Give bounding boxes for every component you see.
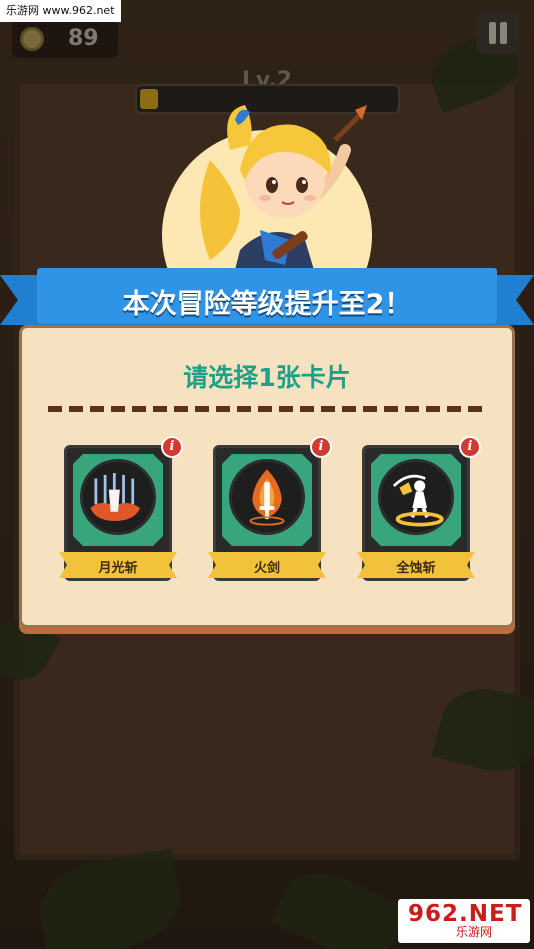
skill-card-moonlight-slash[interactable]: 月光斩 i	[64, 436, 183, 581]
card-select-panel: 请选择1张卡片 月光斩 i 火剑 i 全蚀斩 i	[19, 325, 515, 628]
coin-count: 89	[68, 26, 99, 51]
pause-icon	[489, 22, 496, 44]
card-name: 火剑	[253, 561, 280, 576]
watermark-top: 乐游网 www.962.net	[0, 0, 121, 22]
panel-title: 请选择1张卡片	[183, 363, 351, 392]
coin-counter: 89	[12, 20, 118, 58]
card-name: 月光斩	[98, 561, 138, 576]
level-up-banner: 本次冒险等级提升至2！	[37, 268, 497, 330]
xp-bar-fill	[140, 89, 158, 109]
info-icon[interactable]: i	[310, 436, 332, 458]
pause-button[interactable]	[477, 12, 519, 54]
fire-sword-icon	[229, 459, 305, 535]
watermark-logo: 962.NET 乐游网	[398, 899, 530, 943]
watermark-sub-text: 乐游网	[456, 925, 493, 939]
info-icon[interactable]: i	[161, 436, 183, 458]
moonlight-slash-icon	[80, 459, 156, 535]
pause-icon	[500, 22, 507, 44]
level-up-text: 本次冒险等级提升至2！	[122, 289, 412, 320]
dashed-divider	[48, 406, 486, 412]
skill-card-eclipse-slash[interactable]: 全蚀斩 i	[362, 436, 481, 581]
eclipse-slash-icon	[378, 459, 454, 535]
coin-icon	[20, 27, 44, 51]
info-icon[interactable]: i	[459, 436, 481, 458]
hero-portrait	[200, 105, 367, 290]
card-name: 全蚀斩	[396, 561, 436, 576]
skill-card-fire-sword[interactable]: 火剑 i	[213, 436, 332, 581]
